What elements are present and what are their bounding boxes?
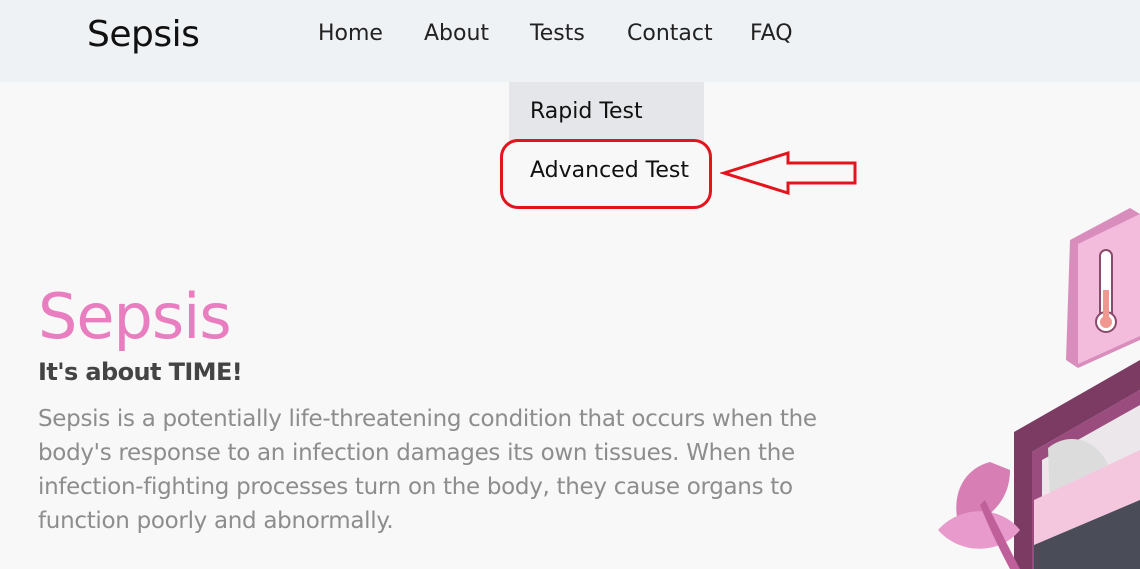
nav-contact[interactable]: Contact xyxy=(627,21,713,46)
nav-faq[interactable]: FAQ xyxy=(750,21,793,46)
bed-icon xyxy=(1014,360,1140,569)
navbar: Sepsis Home About Tests Contact FAQ xyxy=(0,0,1140,82)
annotation-arrow-icon xyxy=(720,150,857,196)
plant-leaf-icon xyxy=(938,462,1020,569)
thermometer-icon xyxy=(1066,208,1140,368)
hero-title: Sepsis xyxy=(38,280,232,353)
hospital-bed-illustration xyxy=(938,208,1140,569)
brand-logo[interactable]: Sepsis xyxy=(87,14,200,55)
nav-home[interactable]: Home xyxy=(318,21,383,46)
nav-about[interactable]: About xyxy=(424,21,489,46)
nav-tests[interactable]: Tests xyxy=(530,21,585,46)
dropdown-item-rapid-test[interactable]: Rapid Test xyxy=(509,82,704,141)
hero-description: Sepsis is a potentially life-threatening… xyxy=(38,406,817,534)
hero-subtitle: It's about TIME! xyxy=(38,358,243,386)
annotation-highlight-circle xyxy=(500,139,712,209)
